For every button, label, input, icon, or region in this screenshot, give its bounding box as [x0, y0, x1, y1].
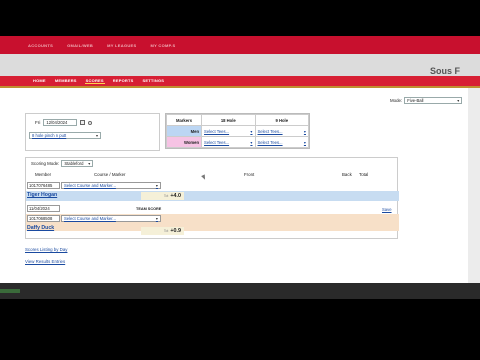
men-tee18-select[interactable]: Select Tees... ▾: [201, 125, 256, 137]
women-tee9-value: Select Tees...: [257, 139, 283, 145]
sub-nav-settings[interactable]: SETTINGS: [142, 78, 166, 84]
women-tee18-select[interactable]: Select Tees... ▾: [201, 136, 256, 148]
mode-label: Mode:: [390, 98, 403, 103]
chevron-down-icon: ▾: [250, 139, 253, 145]
men-tee18-value: Select Tees...: [204, 128, 230, 134]
player-score: Tot +4.0: [141, 192, 184, 200]
scores-listing-link[interactable]: Scores Listing by Day: [25, 247, 67, 252]
course-select[interactable]: Select Course and Marker... ▾: [61, 182, 161, 189]
sub-nav: HOME MEMBERS SCORES REPORTS SETTINGS: [32, 78, 165, 84]
score-value: +4.0: [170, 193, 181, 199]
team-date-value: 11/04/2024: [29, 206, 50, 211]
markers-header-18: 18 Hole: [201, 114, 256, 126]
scoring-select[interactable]: Stableford ▾: [61, 160, 94, 167]
lower-band: [0, 283, 480, 299]
date-line: Fri 12/04/2024: [35, 119, 93, 126]
chevron-down-icon: ▾: [250, 128, 253, 134]
chevron-down-icon: ▾: [155, 183, 158, 188]
mode-select[interactable]: Five-Ball ▾: [404, 97, 463, 104]
chevron-down-icon: ▾: [457, 98, 460, 103]
calendar-icon[interactable]: [80, 120, 86, 125]
women-tee9-select[interactable]: Select Tees... ▾: [254, 136, 309, 148]
player-name[interactable]: Daffy Duck: [27, 225, 54, 231]
score-entry-panel: Scoring Mode: Stableford ▾ Member Course…: [25, 157, 399, 239]
member-id-input[interactable]: 1017076485: [27, 182, 60, 189]
player-score: Tot +0.9: [141, 227, 184, 235]
scrollbar[interactable]: [468, 88, 480, 283]
date-panel: Fri 12/04/2024 8 hole pinch n putt ▾: [25, 113, 160, 151]
scoring-label: Scoring Mode:: [31, 161, 60, 166]
date-input[interactable]: 12/04/2024: [43, 119, 78, 126]
col-total: Total: [359, 172, 369, 177]
markers-header-9: 9 Hole: [254, 114, 309, 126]
mode-value: Five-Ball: [407, 98, 424, 103]
col-front: Front: [244, 172, 255, 177]
top-nav-item[interactable]: MY LEAGUES: [107, 43, 136, 48]
men-tee9-value: Select Tees...: [257, 128, 283, 134]
women-label: Women: [165, 136, 203, 148]
header-band: [0, 54, 480, 76]
col-member: Member: [35, 172, 52, 177]
team-date-input[interactable]: 11/04/2024: [27, 205, 60, 212]
player-name[interactable]: Tiger Hogan: [27, 192, 57, 198]
mode-control: Mode: Five-Ball ▾: [390, 97, 463, 104]
top-nav-item[interactable]: ACCOUNTS: [28, 43, 53, 48]
holes-select-wrap: 8 hole pinch n putt ▾: [29, 132, 124, 139]
course-value: Select Course and Marker...: [64, 216, 116, 221]
chevron-down-icon: ▾: [88, 161, 91, 166]
scoring-value: Stableford: [64, 161, 84, 166]
lower-accent: [0, 289, 20, 293]
course-value: Select Course and Marker...: [64, 183, 116, 188]
top-nav-item[interactable]: MY COMP.S: [150, 43, 175, 48]
tot-label: Tot: [163, 229, 169, 233]
screen: ACCOUNTS GMAIL/WEB MY LEAGUES MY COMP.S …: [0, 0, 480, 360]
scoring-mode: Scoring Mode: Stableford ▾: [31, 160, 94, 167]
sub-nav-members[interactable]: MEMBERS: [54, 78, 78, 84]
chevron-down-icon: ▾: [303, 139, 306, 145]
col-back: Back: [342, 172, 352, 177]
member-id-value: 1017076485: [29, 183, 53, 188]
brand-title: Sous F: [430, 66, 461, 76]
member-id-value: 1017068508: [29, 216, 53, 221]
top-nav: ACCOUNTS GMAIL/WEB MY LEAGUES MY COMP.S: [28, 43, 176, 48]
score-value: +0.9: [170, 228, 181, 234]
player-row: Tiger Hogan Tot +4.0: [26, 191, 399, 201]
tot-label: Tot: [163, 194, 169, 198]
top-nav-item[interactable]: GMAIL/WEB: [67, 43, 93, 48]
team-score-label: TEAM SCORE: [136, 207, 162, 211]
settings-icon[interactable]: [88, 120, 93, 125]
sub-nav-reports[interactable]: REPORTS: [112, 78, 135, 84]
sub-nav-home[interactable]: HOME: [32, 78, 47, 84]
women-tee18-value: Select Tees...: [204, 139, 230, 145]
member-id-input[interactable]: 1017068508: [27, 215, 60, 222]
holes-value: 8 hole pinch n putt: [32, 133, 67, 138]
men-tee9-select[interactable]: Select Tees... ▾: [254, 125, 309, 137]
markers-table: Markers 18 Hole 9 Hole Men Select Tees..…: [165, 114, 309, 148]
view-results-link[interactable]: View Results Entries: [25, 259, 65, 264]
chevron-down-icon: ▾: [303, 128, 306, 134]
course-select[interactable]: Select Course and Marker... ▾: [61, 215, 161, 222]
date-value: 12/04/2024: [46, 120, 68, 125]
col-course: Course / Marker: [94, 172, 126, 177]
player-row: Daffy Duck Tot +0.9: [26, 224, 399, 235]
date-day: Fri: [35, 120, 41, 125]
chevron-down-icon: ▾: [95, 133, 98, 138]
save-link[interactable]: Save: [382, 207, 392, 212]
markers-header: Markers: [165, 114, 203, 126]
men-label: Men: [165, 125, 203, 137]
chevron-down-icon: ▾: [155, 216, 158, 221]
sub-nav-scores[interactable]: SCORES: [84, 78, 105, 84]
holes-select[interactable]: 8 hole pinch n putt ▾: [29, 132, 101, 139]
markers-panel: Markers 18 Hole 9 Hole Men Select Tees..…: [165, 113, 310, 149]
